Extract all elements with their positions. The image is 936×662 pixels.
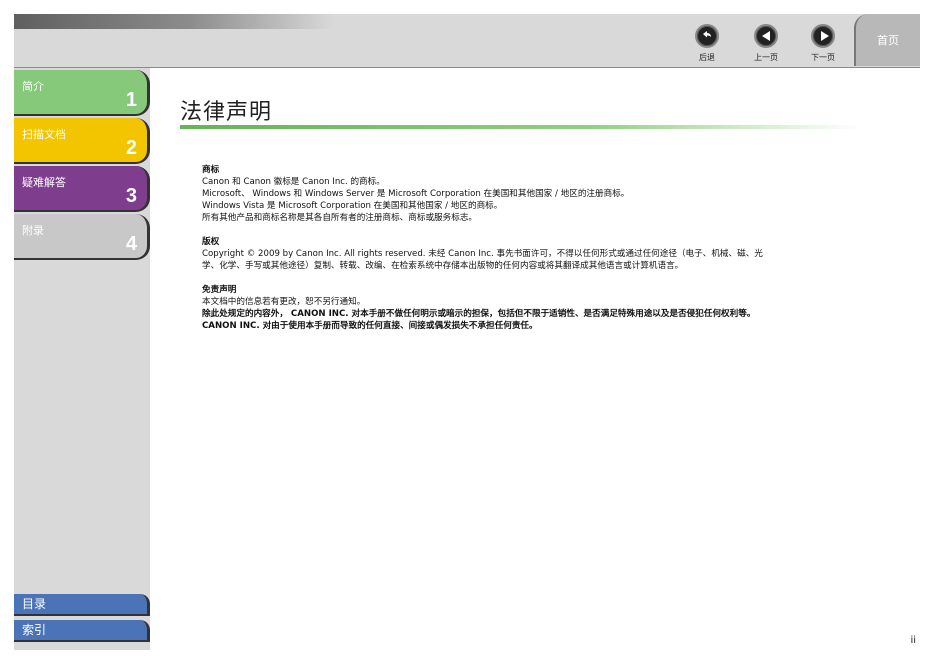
text-line: Copyright © 2009 by Canon Inc. All right… [202, 249, 763, 259]
text-line: Canon 和 Canon 徽标是 Canon Inc. 的商标。 [202, 177, 385, 187]
main-content: 法律声明 商标 Canon 和 Canon 徽标是 Canon Inc. 的商标… [150, 68, 920, 650]
sidebar-tab-label: 疑难解答 [22, 176, 66, 189]
text-line: 学、化学、手写或其他途径）复制、转载、改编、在检索系统中存储本出版物的任何内容或… [202, 261, 684, 271]
home-tab[interactable]: 首页 [854, 14, 920, 66]
sidebar-tab-scanning[interactable]: 扫描文档 2 [14, 118, 150, 164]
next-label: 下一页 [811, 53, 835, 62]
previous-page-button[interactable]: 上一页 [746, 24, 786, 68]
sidebar-tab-troubleshooting[interactable]: 疑难解答 3 [14, 166, 150, 212]
next-icon [811, 24, 835, 48]
contents-link[interactable]: 目录 [14, 594, 150, 616]
copyright-section: 版权 Copyright © 2009 by Canon Inc. All ri… [202, 236, 914, 272]
sidebar-tab-introduction[interactable]: 简介 1 [14, 70, 150, 116]
previous-label: 上一页 [754, 53, 778, 62]
index-link[interactable]: 索引 [14, 620, 150, 642]
sidebar-tab-label: 附录 [22, 224, 44, 237]
section-heading: 版权 [202, 237, 220, 247]
back-button[interactable]: 后退 [687, 24, 727, 68]
section-heading: 免责声明 [202, 285, 237, 295]
back-icon [695, 24, 719, 48]
disclaimer-section: 免责声明 本文档中的信息若有更改，恕不另行通知。 除此处规定的内容外， CANO… [202, 284, 914, 332]
bold-text-line: 除此处规定的内容外， CANON INC. 对本手册不做任何明示或暗示的担保，包… [202, 309, 756, 319]
sidebar-tab-label: 简介 [22, 80, 44, 93]
sidebar-tab-number: 2 [125, 137, 137, 159]
sidebar: 简介 1 扫描文档 2 疑难解答 3 附录 4 目录 索引 [14, 68, 150, 650]
sidebar-tab-appendix[interactable]: 附录 4 [14, 214, 150, 260]
top-toolbar: 后退 上一页 下一页 首页 [14, 14, 920, 68]
page-title: 法律声明 [180, 100, 273, 125]
text-line: 所有其他产品和商标名称是其各自所有者的注册商标、商标或服务标志。 [202, 213, 478, 223]
back-label: 后退 [699, 53, 715, 62]
sidebar-tab-number: 4 [125, 233, 137, 255]
bold-text-line: CANON INC. 对由于使用本手册而导致的任何直接、间接或偶发损失不承担任何… [202, 321, 538, 331]
text-line: Windows Vista 是 Microsoft Corporation 在美… [202, 201, 503, 211]
section-heading: 商标 [202, 165, 220, 175]
legal-text: 商标 Canon 和 Canon 徽标是 Canon Inc. 的商标。 Mic… [202, 164, 914, 344]
sidebar-tab-number: 3 [125, 185, 137, 207]
previous-icon [754, 24, 778, 48]
text-line: 本文档中的信息若有更改，恕不另行通知。 [202, 297, 366, 307]
toolbar-gradient-strip [14, 14, 334, 29]
trademarks-section: 商标 Canon 和 Canon 徽标是 Canon Inc. 的商标。 Mic… [202, 164, 914, 224]
title-underline [180, 125, 860, 129]
sidebar-tab-label: 扫描文档 [22, 128, 66, 141]
sidebar-tab-number: 1 [125, 89, 137, 111]
text-line: Microsoft、 Windows 和 Windows Server 是 Mi… [202, 189, 630, 199]
document-window: 后退 上一页 下一页 首页 简介 1 扫描文档 2 疑难解答 3 附录 4 目录 [14, 14, 920, 650]
page-number: ii [910, 635, 916, 646]
next-page-button[interactable]: 下一页 [803, 24, 843, 68]
